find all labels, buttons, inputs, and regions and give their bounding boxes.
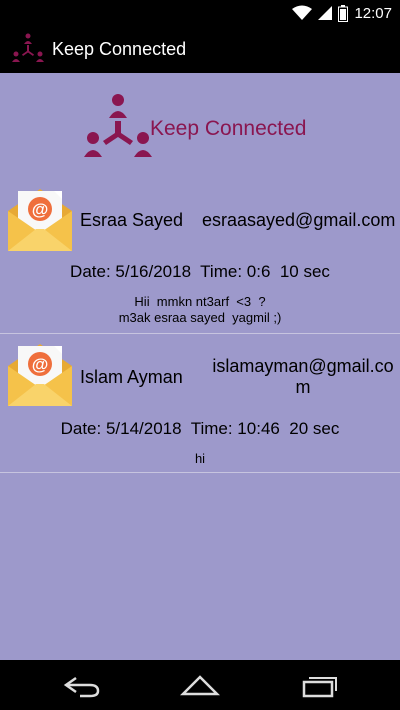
app-title: Keep Connected xyxy=(52,38,187,59)
message-datetime: Date: 5/16/2018 Time: 0:6 10 sec xyxy=(70,262,330,281)
back-icon[interactable] xyxy=(62,672,102,698)
email-envelope-icon: @ xyxy=(8,189,72,251)
message-list-screen: Keep Connected @ Esraa Sayed esraasayed@… xyxy=(0,73,400,660)
message-datetime: Date: 5/14/2018 Time: 10:46 20 sec xyxy=(60,419,340,438)
battery-icon xyxy=(338,4,349,22)
wifi-icon xyxy=(292,5,313,20)
status-bar: 12:07 xyxy=(0,0,400,25)
sender-name: Esraa Sayed xyxy=(80,210,184,230)
recent-apps-icon[interactable] xyxy=(300,672,340,698)
navigation-bar xyxy=(0,660,400,710)
header-title: Keep Connected xyxy=(150,117,307,140)
app-header: Keep Connected xyxy=(0,73,400,181)
sender-email: esraasayed@gmail.com xyxy=(202,210,396,230)
home-icon[interactable] xyxy=(180,672,220,698)
signal-icon xyxy=(318,6,333,20)
action-bar: Keep Connected xyxy=(0,25,400,73)
status-icons: 12:07 xyxy=(292,3,392,23)
message-item[interactable]: @ Islam Ayman islamayman@gmail.com Date:… xyxy=(0,334,400,473)
svg-text:@: @ xyxy=(32,200,49,219)
status-time: 12:07 xyxy=(354,4,392,22)
network-people-icon[interactable] xyxy=(10,31,46,67)
message-body: hi xyxy=(194,451,206,466)
email-envelope-icon: @ xyxy=(8,344,72,406)
message-item[interactable]: @ Esraa Sayed esraasayed@gmail.com Date:… xyxy=(0,181,400,334)
network-people-icon xyxy=(84,94,152,157)
message-body: Hii mmkn nt3arf <3 ? m3ak esraa sayed ya… xyxy=(118,294,282,325)
svg-text:@: @ xyxy=(32,355,49,374)
sender-email: islamayman@gmail.com xyxy=(212,356,394,397)
sender-name: Islam Ayman xyxy=(80,367,183,387)
